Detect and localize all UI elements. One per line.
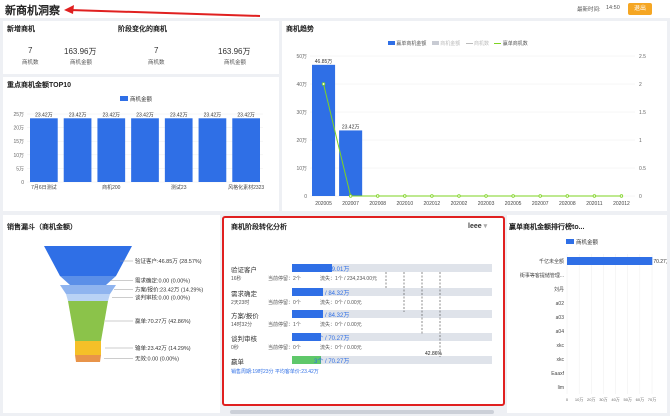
x-tick-label: 30万 xyxy=(599,397,607,402)
y-tick-label: Eaaxf xyxy=(551,371,564,377)
y-tick-label: a02 xyxy=(556,301,565,307)
y-tick-label: xkc xyxy=(557,343,565,349)
x-tick-label: 10万 xyxy=(575,397,583,402)
y-tick-label: xkc xyxy=(557,357,565,363)
y-tick-label: a03 xyxy=(556,315,565,321)
y-tick-label: 刘丹 xyxy=(554,286,564,293)
bar xyxy=(567,257,653,265)
y-tick-label: lim xyxy=(558,385,564,391)
x-tick-label: 0 xyxy=(566,397,569,402)
x-tick-label: 20万 xyxy=(587,397,595,402)
ranking-legend: 商机金额 xyxy=(566,238,598,246)
y-tick-label: a04 xyxy=(556,329,565,335)
ranking-chart: 0 10万 20万 30万 40万 50万 60万 70万 千亿未全额 70.27万街事等客提储管… xyxy=(520,254,667,402)
x-tick-label: 50万 xyxy=(623,397,631,402)
x-tick-label: 40万 xyxy=(611,397,619,402)
y-tick-label: 千亿未全额 xyxy=(539,258,564,265)
ranking-title: 赢单商机金额排行榜to... xyxy=(509,224,585,231)
y-tick-label: 街事等客提储管理... xyxy=(520,272,564,279)
x-tick-label: 60万 xyxy=(636,397,644,402)
data-label: 70.27万 xyxy=(653,259,667,265)
conversion-footer: 销售周期:19时23分 平均客单价:23.42万 xyxy=(231,369,319,375)
conversion-scrollbar[interactable] xyxy=(230,410,494,414)
x-tick-label: 70万 xyxy=(648,397,656,402)
